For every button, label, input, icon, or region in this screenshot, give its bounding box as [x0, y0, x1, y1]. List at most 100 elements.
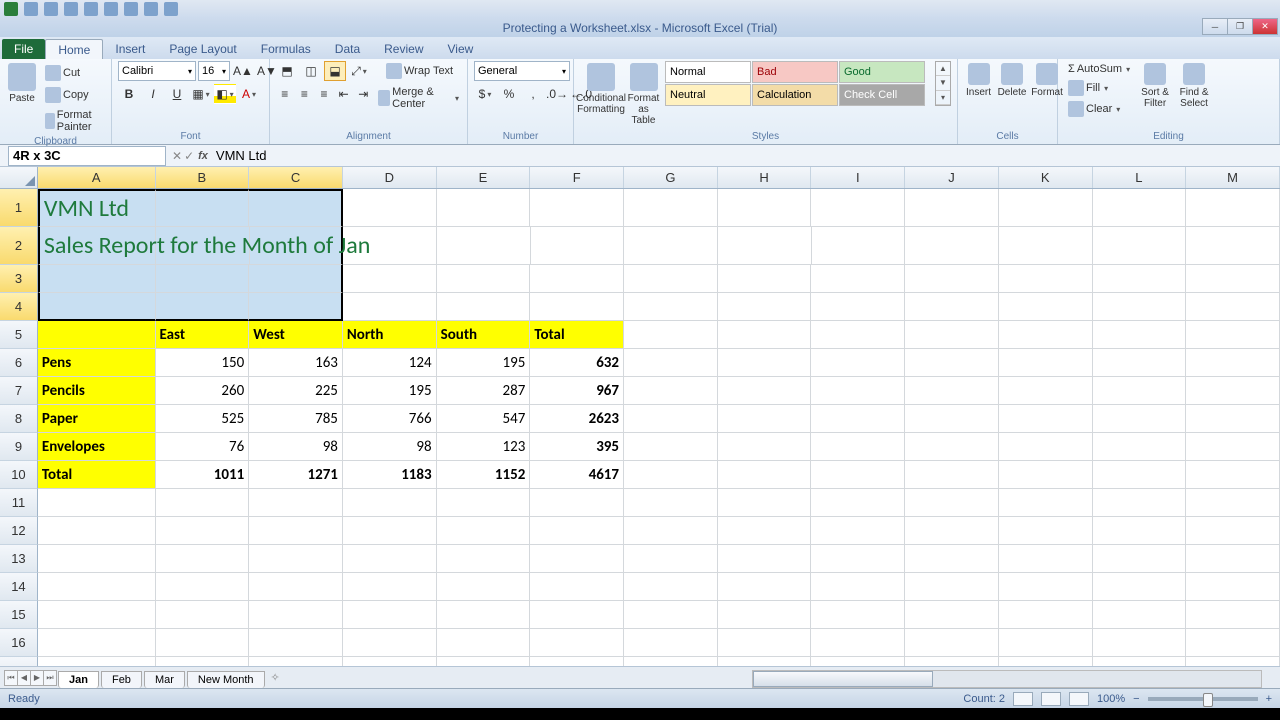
tab-formulas[interactable]: Formulas	[249, 39, 323, 59]
cell[interactable]	[624, 517, 718, 545]
cell[interactable]	[718, 405, 812, 433]
cell[interactable]	[38, 293, 156, 321]
cell[interactable]	[1186, 227, 1280, 265]
cell[interactable]	[905, 461, 999, 489]
cell[interactable]	[1093, 227, 1187, 265]
cell[interactable]	[437, 489, 531, 517]
insert-cells-button[interactable]: Insert	[964, 61, 993, 100]
cell[interactable]	[624, 433, 718, 461]
cell[interactable]: 4617	[530, 461, 624, 489]
sort-filter-button[interactable]: Sort & Filter	[1137, 61, 1173, 111]
cell[interactable]	[905, 573, 999, 601]
cell[interactable]	[1093, 189, 1187, 227]
cell[interactable]	[624, 545, 718, 573]
name-box[interactable]: 4R x 3C	[8, 146, 166, 166]
row-header-13[interactable]: 13	[0, 545, 38, 573]
delete-cells-button[interactable]: Delete	[996, 61, 1028, 100]
format-as-table-button[interactable]: Format as Table	[625, 61, 662, 128]
cell[interactable]	[530, 189, 624, 227]
cell[interactable]	[999, 227, 1093, 265]
cell[interactable]	[905, 189, 999, 227]
border-button[interactable]: ▦	[190, 84, 212, 104]
sheet-tab-new-month[interactable]: New Month	[187, 671, 265, 688]
fill-color-button[interactable]: ◧	[214, 84, 236, 104]
grow-font-button[interactable]: A▲	[232, 61, 254, 81]
cell[interactable]	[343, 601, 437, 629]
find-select-button[interactable]: Find & Select	[1176, 61, 1212, 111]
quickprint-icon[interactable]	[124, 2, 138, 16]
cell[interactable]	[624, 601, 718, 629]
autosum-button[interactable]: ΣAutoSum	[1064, 61, 1134, 77]
cell[interactable]	[38, 517, 156, 545]
cell[interactable]	[1186, 433, 1280, 461]
bold-button[interactable]: B	[118, 84, 140, 104]
cell[interactable]	[905, 517, 999, 545]
new-sheet-button[interactable]: ✧	[271, 671, 280, 684]
style-cell-good[interactable]: Good	[839, 61, 925, 83]
align-bottom-button[interactable]: ⬓	[324, 61, 346, 81]
row-header-8[interactable]: 8	[0, 405, 38, 433]
percent-format-button[interactable]: %	[498, 84, 520, 104]
cell[interactable]: 525	[156, 405, 250, 433]
cell[interactable]: 260	[156, 377, 250, 405]
cell[interactable]	[1093, 405, 1187, 433]
cell[interactable]	[437, 629, 531, 657]
cell[interactable]	[1093, 377, 1187, 405]
wrap-text-button[interactable]: Wrap Text	[382, 61, 457, 81]
cell[interactable]: West	[249, 321, 343, 349]
cell[interactable]: North	[343, 321, 437, 349]
cell[interactable]	[718, 517, 812, 545]
cell[interactable]	[718, 489, 812, 517]
align-right-button[interactable]: ≡	[315, 84, 333, 104]
col-header-J[interactable]: J	[905, 167, 999, 188]
cut-button[interactable]: Cut	[41, 63, 105, 83]
cell[interactable]	[1186, 265, 1280, 293]
cell[interactable]: 2623	[530, 405, 624, 433]
cell[interactable]	[249, 657, 343, 666]
cell[interactable]	[999, 545, 1093, 573]
col-header-I[interactable]: I	[811, 167, 905, 188]
cell[interactable]	[718, 349, 812, 377]
row-header-16[interactable]: 16	[0, 629, 38, 657]
cell[interactable]: 225	[249, 377, 343, 405]
cell[interactable]	[905, 377, 999, 405]
style-cell-neutral[interactable]: Neutral	[665, 84, 751, 106]
open-icon[interactable]	[104, 2, 118, 16]
save-icon[interactable]	[24, 2, 38, 16]
cell[interactable]	[718, 545, 812, 573]
cell[interactable]	[718, 657, 812, 666]
cell[interactable]	[905, 545, 999, 573]
conditional-formatting-button[interactable]: Conditional Formatting	[580, 61, 622, 117]
cell[interactable]	[999, 461, 1093, 489]
zoom-slider[interactable]	[1148, 697, 1258, 701]
sheet-tab-feb[interactable]: Feb	[101, 671, 142, 688]
cell[interactable]: East	[156, 321, 250, 349]
row-header-5[interactable]: 5	[0, 321, 38, 349]
cell[interactable]: South	[437, 321, 531, 349]
cell[interactable]	[1186, 189, 1280, 227]
cell[interactable]	[999, 405, 1093, 433]
orientation-button[interactable]: ⤢	[348, 61, 370, 81]
cell[interactable]: 195	[437, 349, 531, 377]
undo-icon[interactable]	[44, 2, 58, 16]
cell[interactable]	[156, 489, 250, 517]
cell[interactable]	[1186, 629, 1280, 657]
cell[interactable]	[905, 433, 999, 461]
cell[interactable]: Envelopes	[38, 433, 156, 461]
cell[interactable]: 195	[343, 377, 437, 405]
cell[interactable]	[1093, 489, 1187, 517]
cell[interactable]	[624, 189, 718, 227]
tab-file[interactable]: File	[2, 39, 45, 59]
cell[interactable]	[1093, 321, 1187, 349]
cell[interactable]: Paper	[38, 405, 156, 433]
cell[interactable]: Total	[38, 461, 156, 489]
cell[interactable]	[38, 657, 156, 666]
cell[interactable]	[249, 265, 343, 293]
cell[interactable]	[156, 189, 250, 227]
enter-fx-icon[interactable]: ✓	[184, 149, 194, 163]
cell[interactable]	[156, 265, 250, 293]
align-top-button[interactable]: ⬒	[276, 61, 298, 81]
cell[interactable]	[1186, 489, 1280, 517]
cell[interactable]	[1093, 461, 1187, 489]
cell[interactable]	[999, 293, 1093, 321]
